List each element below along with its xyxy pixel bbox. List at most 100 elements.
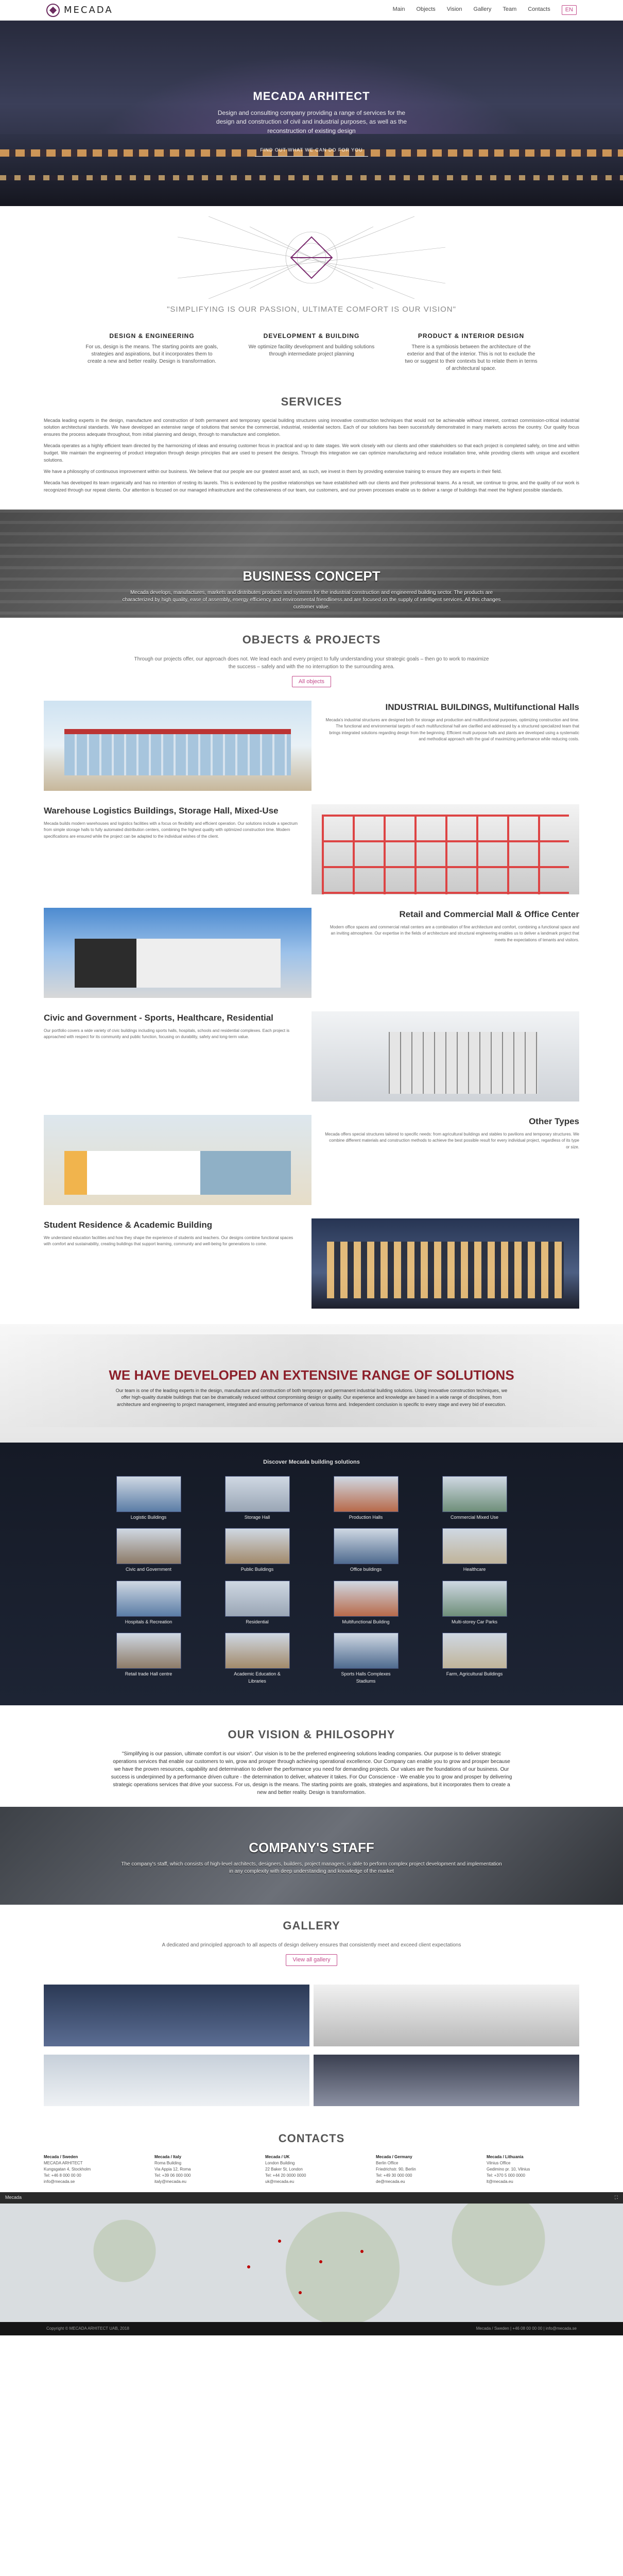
solution-label[interactable]: Office buildings xyxy=(334,1566,399,1573)
nav-item-main[interactable]: Main xyxy=(393,5,405,15)
language-switch[interactable]: EN xyxy=(561,5,577,15)
solution-label[interactable]: Residential xyxy=(225,1619,290,1626)
solution-item[interactable]: Residential xyxy=(224,1580,290,1626)
office-line[interactable]: Tel: +49 30 000 000 xyxy=(376,2173,469,2179)
office-card: Mecada / Germany Berlin Office Friedrichst… xyxy=(376,2154,469,2185)
object-title[interactable]: Civic and Government - Sports, Healthcar… xyxy=(44,1011,298,1025)
solutions-grid: Logistic Buildings Storage Hall Production… xyxy=(0,1476,623,1685)
map-pin[interactable] xyxy=(319,2260,322,2263)
solution-item[interactable]: Multifunctional Building xyxy=(333,1580,399,1626)
solution-item[interactable]: Healthcare xyxy=(442,1528,507,1573)
solution-item[interactable]: Farm, Agricultural Buildings xyxy=(442,1633,507,1685)
map-pin[interactable] xyxy=(247,2265,250,2268)
office-line[interactable]: uk@mecada.eu xyxy=(265,2179,358,2185)
object-title[interactable]: Warehouse Logistics Buildings, Storage H… xyxy=(44,804,298,818)
solution-item[interactable]: Office buildings xyxy=(333,1528,399,1573)
solution-thumbnail[interactable] xyxy=(116,1633,181,1669)
solution-thumbnail[interactable] xyxy=(442,1476,507,1512)
solution-label[interactable]: Logistic Buildings xyxy=(116,1514,181,1521)
office-line[interactable]: info@mecada.se xyxy=(44,2179,136,2185)
office-line[interactable]: Tel: +370 5 000 0000 xyxy=(487,2173,579,2179)
object-title[interactable]: INDUSTRIAL BUILDINGS, Multifunctional Ha… xyxy=(325,701,579,714)
solution-thumbnail[interactable] xyxy=(224,1633,290,1669)
gallery-image[interactable] xyxy=(314,2054,579,2106)
nav-item-contacts[interactable]: Contacts xyxy=(528,5,550,15)
brand-logo[interactable]: MECADA xyxy=(46,3,113,17)
object-civic: Civic and Government - Sports, Healthcar… xyxy=(44,1011,579,1102)
office-line[interactable]: de@mecada.eu xyxy=(376,2179,469,2185)
office-map[interactable] xyxy=(0,2203,623,2322)
map-pin[interactable] xyxy=(299,2291,302,2294)
nav-item-team[interactable]: Team xyxy=(503,5,516,15)
solution-item[interactable]: Academic Education & Libraries xyxy=(224,1633,290,1685)
solution-label[interactable]: Civic and Government xyxy=(116,1566,181,1573)
office-line[interactable]: italy@mecada.eu xyxy=(154,2179,247,2185)
solution-thumbnail[interactable] xyxy=(116,1528,181,1565)
solution-label[interactable]: Academic Education & Libraries xyxy=(225,1671,290,1685)
solution-thumbnail[interactable] xyxy=(224,1580,290,1617)
solution-item[interactable]: Storage Hall xyxy=(224,1476,290,1521)
office-line[interactable]: lt@mecada.eu xyxy=(487,2179,579,2185)
nav-item-vision[interactable]: Vision xyxy=(447,5,462,15)
view-gallery-button[interactable]: View all gallery xyxy=(286,1954,337,1966)
solution-label[interactable]: Sports Halls Complexes Stadiums xyxy=(334,1671,399,1685)
solution-thumbnail[interactable] xyxy=(442,1633,507,1669)
gallery-image[interactable] xyxy=(44,2054,309,2106)
nav-item-objects[interactable]: Objects xyxy=(416,5,435,15)
object-image[interactable] xyxy=(44,908,312,998)
solution-item[interactable]: Sports Halls Complexes Stadiums xyxy=(333,1633,399,1685)
solution-label[interactable]: Production Halls xyxy=(334,1514,399,1521)
map-pin[interactable] xyxy=(360,2249,364,2253)
office-city: Mecada / Sweden xyxy=(44,2154,78,2159)
solution-thumbnail[interactable] xyxy=(116,1476,181,1512)
office-line[interactable]: Tel: +44 20 0000 0000 xyxy=(265,2173,358,2179)
object-title[interactable]: Retail and Commercial Mall & Office Cent… xyxy=(325,908,579,921)
solution-thumbnail[interactable] xyxy=(442,1528,507,1565)
solution-label[interactable]: Hospitals & Recreation xyxy=(116,1619,181,1626)
map-controls-icon[interactable]: ⛶ xyxy=(615,2194,618,2201)
object-image[interactable] xyxy=(44,701,312,791)
solution-label[interactable]: Retail trade Hall centre xyxy=(116,1671,181,1678)
offices-list: Mecada / Sweden MECADA ARHITECT Kungsgatan… xyxy=(44,2154,579,2185)
solution-thumbnail[interactable] xyxy=(116,1580,181,1617)
solution-label[interactable]: Multi-storey Car Parks xyxy=(442,1619,507,1626)
solution-label[interactable]: Farm, Agricultural Buildings xyxy=(442,1671,507,1678)
solution-item[interactable]: Public Buildings xyxy=(224,1528,290,1573)
sketch-drawing xyxy=(178,216,445,299)
solution-thumbnail[interactable] xyxy=(333,1528,399,1565)
solution-item[interactable]: Retail trade Hall centre xyxy=(116,1633,181,1685)
object-image[interactable] xyxy=(312,804,579,895)
solution-thumbnail[interactable] xyxy=(333,1633,399,1669)
hero-cta-link[interactable]: FIND OUT WHAT WE CAN DO FOR YOU xyxy=(255,145,368,157)
map-pin[interactable] xyxy=(278,2239,281,2243)
solution-item[interactable]: Hospitals & Recreation xyxy=(116,1580,181,1626)
solution-item[interactable]: Multi-storey Car Parks xyxy=(442,1580,507,1626)
solution-thumbnail[interactable] xyxy=(333,1580,399,1617)
solution-thumbnail[interactable] xyxy=(224,1528,290,1565)
solution-item[interactable]: Production Halls xyxy=(333,1476,399,1521)
object-image[interactable] xyxy=(44,1115,312,1206)
gallery-image[interactable] xyxy=(44,1984,309,2046)
object-text: Mecada offers special structures tailore… xyxy=(325,1131,579,1149)
all-objects-button[interactable]: All objects xyxy=(291,675,332,688)
gallery-image[interactable] xyxy=(314,1984,579,2046)
solution-label[interactable]: Storage Hall xyxy=(225,1514,290,1521)
logo-icon xyxy=(46,3,60,17)
office-line[interactable]: Tel: +39 06 000 000 xyxy=(154,2173,247,2179)
solution-label[interactable]: Multifunctional Building xyxy=(334,1619,399,1626)
office-line[interactable]: Tel: +46 8 000 00 00 xyxy=(44,2173,136,2179)
object-image[interactable] xyxy=(312,1218,579,1309)
solution-label[interactable]: Commercial Mixed Use xyxy=(442,1514,507,1521)
solution-thumbnail[interactable] xyxy=(333,1476,399,1512)
solution-item[interactable]: Logistic Buildings xyxy=(116,1476,181,1521)
solution-label[interactable]: Healthcare xyxy=(442,1566,507,1573)
object-image[interactable] xyxy=(312,1011,579,1102)
object-title[interactable]: Other Types xyxy=(325,1115,579,1128)
solution-item[interactable]: Civic and Government xyxy=(116,1528,181,1573)
solution-item[interactable]: Commercial Mixed Use xyxy=(442,1476,507,1521)
nav-item-gallery[interactable]: Gallery xyxy=(474,5,492,15)
solution-thumbnail[interactable] xyxy=(224,1476,290,1512)
object-title[interactable]: Student Residence & Academic Building xyxy=(44,1218,298,1232)
solution-thumbnail[interactable] xyxy=(442,1580,507,1617)
solution-label[interactable]: Public Buildings xyxy=(225,1566,290,1573)
